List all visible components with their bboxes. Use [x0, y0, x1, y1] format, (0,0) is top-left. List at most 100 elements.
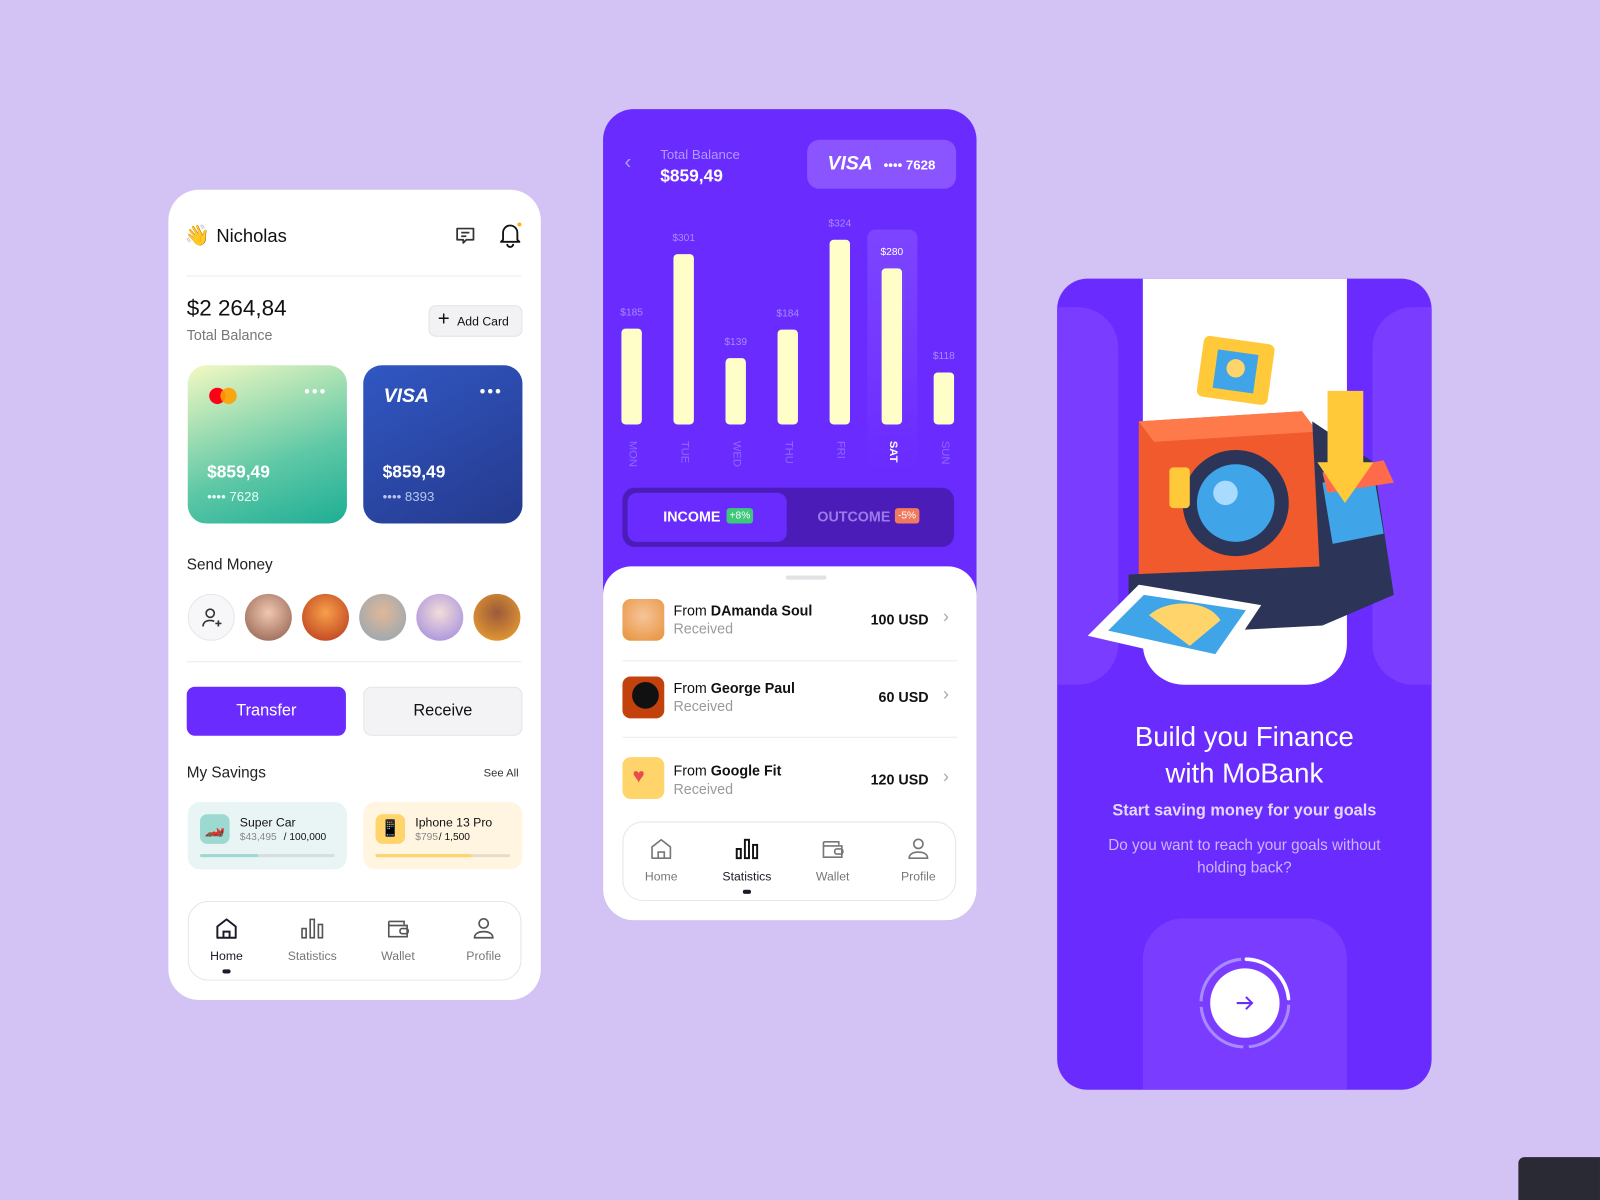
outcome-badge: -5% — [894, 508, 920, 524]
saving-progress-fill — [375, 854, 472, 858]
day-label: MON — [626, 440, 639, 468]
bar-sat[interactable] — [881, 267, 903, 425]
nav-profile[interactable]: Profile — [878, 822, 960, 900]
home-icon — [216, 918, 237, 939]
bell-icon[interactable] — [498, 221, 522, 248]
bar-value-label: $118 — [932, 350, 955, 362]
outcome-tab[interactable]: OUTCOME -5% — [791, 493, 950, 542]
mastercard-logo-circle — [220, 387, 237, 405]
nav-statistics[interactable]: Statistics — [706, 822, 788, 900]
body-line: Do you want to reach your goals without — [1108, 836, 1381, 855]
chat-icon[interactable] — [453, 223, 477, 247]
mastercard-card[interactable]: ••• $859,49 •••• 7628 — [187, 365, 347, 524]
card-selector[interactable]: VISA •••• 7628 — [807, 139, 957, 189]
nav-wallet[interactable]: Wallet — [792, 822, 874, 900]
next-button[interactable] — [1210, 968, 1280, 1038]
nav-label: Statistics — [287, 948, 337, 964]
onboarding-subtitle: Start saving money for your goals — [1112, 802, 1377, 820]
nav-label: Wallet — [815, 869, 850, 884]
camera-illustration — [1087, 335, 1394, 667]
receive-button[interactable]: Receive — [363, 686, 523, 736]
bar-wed[interactable] — [725, 358, 746, 425]
divider — [186, 661, 522, 663]
nav-wallet[interactable]: Wallet — [357, 902, 439, 980]
contact-avatar[interactable] — [359, 593, 407, 641]
bar-value-label: $139 — [724, 337, 748, 349]
saving-name: Iphone 13 Pro — [415, 815, 493, 830]
chevron-right-icon[interactable]: › — [943, 766, 949, 787]
saving-card-super-car[interactable]: 🏎️ Super Car $43,495 / 100,000 — [187, 802, 347, 870]
bar-thu[interactable] — [777, 329, 798, 425]
transaction-title[interactable]: From Google Fit — [673, 762, 781, 778]
day-label: TUE — [678, 440, 691, 464]
title-line: with MoBank — [1165, 758, 1324, 789]
back-button[interactable]: ‹ — [624, 151, 631, 174]
contact-avatar[interactable] — [416, 593, 464, 641]
more-icon[interactable]: ••• — [304, 384, 327, 402]
add-user-icon — [202, 608, 222, 627]
see-all-link[interactable]: See All — [484, 767, 519, 779]
visa-card[interactable]: VISA ••• $859,49 •••• 8393 — [363, 365, 523, 524]
contact-avatar[interactable] — [473, 593, 521, 641]
onboarding-title: Build you Finance with MoBank — [1057, 718, 1431, 791]
card-number: •••• 7628 — [883, 157, 936, 173]
card-amount: $859,49 — [382, 462, 446, 482]
transaction-status: Received — [673, 620, 734, 637]
visa-logo: VISA — [383, 385, 429, 408]
chevron-right-icon[interactable]: › — [943, 606, 949, 627]
transaction-prefix: From — [673, 762, 707, 779]
transaction-amount: 60 USD — [878, 688, 929, 706]
home-icon — [651, 838, 672, 859]
bar-value-label: $184 — [776, 308, 800, 320]
heart-icon: ♥ — [632, 765, 645, 788]
saving-card-iphone[interactable]: 📱 Iphone 13 Pro $795 / 1,500 — [363, 802, 523, 870]
saving-saved: $795 — [415, 831, 439, 843]
add-card-label: Add Card — [457, 314, 509, 329]
active-indicator — [742, 889, 752, 894]
transaction-title[interactable]: From George Paul — [673, 680, 794, 696]
add-card-button[interactable]: + Add Card — [428, 305, 523, 337]
income-tab[interactable]: INCOME +8% — [627, 492, 787, 542]
bar-tue[interactable] — [673, 254, 694, 425]
nav-label: Profile — [900, 869, 936, 884]
onboarding-body: Do you want to reach your goals without … — [1057, 835, 1431, 880]
bar-value-label: $280 — [880, 246, 904, 258]
saving-goal: / 1,500 — [438, 831, 470, 843]
bar-fri[interactable] — [829, 239, 850, 425]
active-indicator — [222, 969, 231, 974]
saving-progress-fill — [199, 854, 258, 858]
transaction-avatar: ♥ — [622, 757, 665, 799]
divider — [622, 736, 958, 738]
nav-label: Statistics — [722, 869, 772, 884]
transaction-sender: George Paul — [710, 679, 795, 696]
bar-sun[interactable] — [933, 372, 955, 425]
nav-profile[interactable]: Profile — [443, 902, 525, 980]
plus-icon: + — [437, 308, 450, 331]
transaction-avatar — [622, 676, 665, 719]
contact-avatar[interactable] — [244, 593, 292, 641]
contact-avatar[interactable] — [302, 593, 349, 641]
sheet-handle[interactable] — [785, 575, 827, 580]
wallet-icon — [822, 841, 844, 858]
bottom-nav: Home Statistics Wallet Profile — [186, 901, 525, 981]
saving-progress — [375, 854, 511, 858]
transaction-status: Received — [673, 697, 734, 715]
car-icon: 🏎️ — [199, 814, 230, 844]
nav-home[interactable]: Home — [186, 902, 268, 980]
saving-progress — [199, 854, 335, 858]
nav-home[interactable]: Home — [620, 822, 702, 900]
bar-chart-icon — [301, 918, 324, 939]
more-icon[interactable]: ••• — [480, 384, 503, 402]
nav-statistics[interactable]: Statistics — [271, 902, 353, 980]
saving-saved: $43,495 — [239, 831, 277, 843]
income-label: INCOME — [663, 508, 721, 525]
chevron-right-icon[interactable]: › — [943, 684, 949, 705]
saving-goal: / 100,000 — [283, 831, 327, 843]
bar-mon[interactable] — [621, 329, 642, 425]
nav-label: Wallet — [381, 948, 415, 964]
add-contact-button[interactable] — [187, 593, 235, 641]
income-outcome-toggle: INCOME +8% OUTCOME -5% — [622, 487, 955, 547]
transaction-title[interactable]: From DAmanda Soul — [673, 602, 812, 618]
saving-name: Super Car — [239, 815, 296, 830]
transfer-button[interactable]: Transfer — [186, 686, 346, 736]
